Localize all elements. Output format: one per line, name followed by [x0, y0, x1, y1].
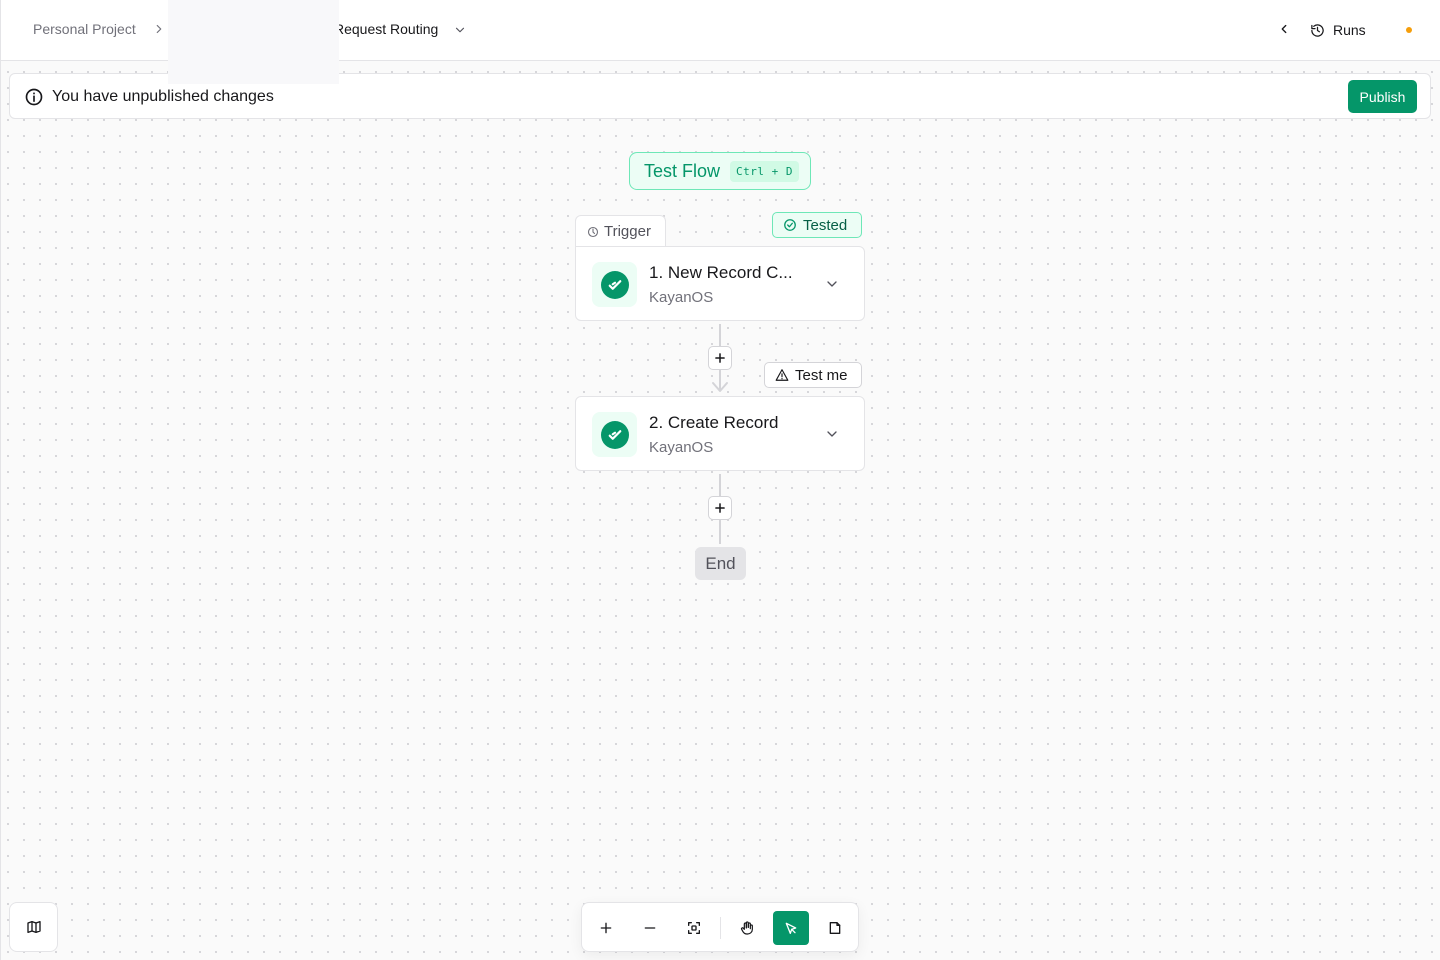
status-dot [1406, 27, 1412, 33]
warning-icon [775, 369, 789, 381]
chevron-down-icon[interactable] [824, 426, 840, 442]
test-me-badge[interactable]: Test me [764, 362, 862, 388]
chevron-right-icon [156, 24, 162, 34]
keyboard-shortcut: Ctrl + D [730, 160, 800, 182]
step-app-logo [592, 412, 637, 457]
step-app-name: KayanOS [649, 439, 714, 456]
trigger-icon [587, 226, 599, 237]
trigger-tab-label: Trigger [604, 223, 651, 240]
end-node: End [695, 547, 746, 580]
tested-badge: Tested [772, 212, 862, 238]
fit-view-button[interactable] [679, 914, 709, 942]
info-icon [25, 88, 43, 106]
fit-view-icon [688, 922, 700, 934]
check-swoosh-icon [608, 279, 621, 290]
left-border [0, 0, 1, 960]
banner-message: You have unpublished changes [52, 88, 274, 105]
chevron-down-icon[interactable] [453, 23, 467, 37]
pointer-icon [785, 922, 797, 934]
select-tool-button[interactable] [773, 911, 809, 945]
minimap-toggle-button[interactable] [9, 902, 58, 952]
map-icon [26, 921, 41, 933]
test-me-label: Test me [795, 366, 848, 384]
add-step-button[interactable] [708, 496, 732, 520]
connector-line [719, 520, 721, 544]
publish-button[interactable]: Publish [1348, 80, 1417, 113]
tested-label: Tested [803, 216, 848, 234]
runs-label: Runs [1333, 22, 1366, 38]
plus-icon [715, 353, 725, 363]
hand-icon [740, 921, 753, 935]
connector-line [719, 324, 721, 346]
zoom-in-icon [600, 922, 612, 934]
step-card-1[interactable]: 1. New Record C... KayanOS [575, 246, 865, 321]
step-card-2[interactable]: 2. Create Record KayanOS [575, 396, 865, 471]
add-step-button[interactable] [708, 346, 732, 370]
check-swoosh-icon [608, 429, 621, 440]
add-note-button[interactable] [820, 914, 850, 942]
trigger-tab: Trigger [575, 215, 666, 247]
test-flow-label: Test Flow [644, 160, 721, 181]
zoom-out-icon [644, 927, 656, 929]
toolbar-divider [720, 917, 721, 939]
step-title: 2. Create Record [649, 413, 779, 432]
zoom-in-button[interactable] [591, 914, 621, 942]
arrow-down-icon [712, 382, 728, 392]
test-flow-button[interactable]: Test Flow Ctrl + D [629, 152, 811, 190]
connector-line [719, 474, 721, 496]
canvas-toolbar [581, 902, 859, 952]
pan-tool-button[interactable] [732, 914, 762, 942]
chevron-down-icon[interactable] [824, 276, 840, 292]
redacted-breadcrumb-region [168, 0, 339, 84]
zoom-out-button[interactable] [635, 914, 665, 942]
check-circle-icon [784, 219, 796, 231]
runs-button[interactable]: Runs [1310, 20, 1366, 40]
plus-icon [715, 503, 725, 513]
chevron-left-icon[interactable] [1277, 22, 1291, 36]
step-app-logo [592, 262, 637, 307]
step-title: 1. New Record C... [649, 263, 793, 282]
step-app-name: KayanOS [649, 289, 714, 306]
breadcrumb-flow-name[interactable]: Request Routing [334, 21, 438, 37]
history-icon [1311, 23, 1324, 37]
note-icon [829, 922, 841, 934]
breadcrumb-project[interactable]: Personal Project [33, 21, 136, 37]
